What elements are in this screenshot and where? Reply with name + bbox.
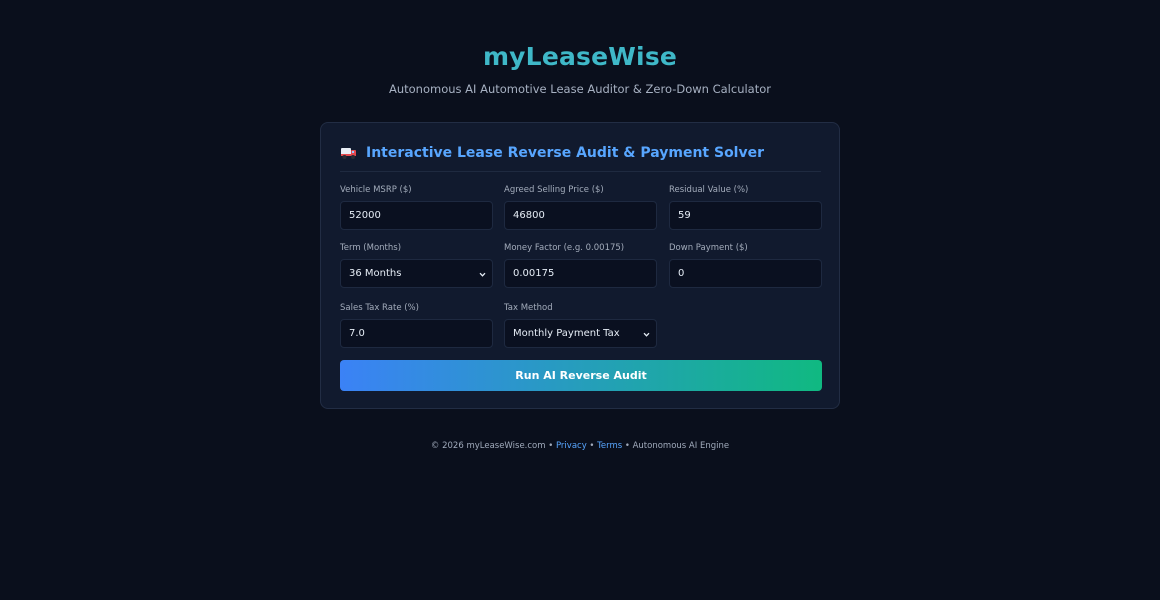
tax-method-value: Monthly Payment Tax — [513, 328, 620, 339]
footer-separator: • — [545, 441, 556, 451]
residual-field-group: Residual Value (%) 59 — [669, 185, 822, 230]
page: myLeaseWise Autonomous AI Automotive Lea… — [0, 0, 1160, 600]
msrp-label: Vehicle MSRP ($) — [340, 185, 412, 195]
chevron-down-icon — [643, 330, 650, 337]
selling-price-label: Agreed Selling Price ($) — [504, 185, 604, 195]
selling-price-field-group: Agreed Selling Price ($) 46800 — [504, 185, 657, 230]
card-title: Interactive Lease Reverse Audit & Paymen… — [340, 145, 820, 161]
term-value: 36 Months — [349, 268, 402, 279]
sales-tax-label: Sales Tax Rate (%) — [340, 303, 419, 313]
money-factor-input[interactable]: 0.00175 — [504, 259, 657, 288]
lease-audit-card: Interactive Lease Reverse Audit & Paymen… — [320, 122, 840, 409]
term-select[interactable]: 36 Months — [340, 259, 493, 288]
selling-price-value: 46800 — [513, 210, 545, 221]
chevron-down-icon — [479, 270, 486, 277]
footer-copyright: © 2026 myLeaseWise.com — [430, 441, 546, 451]
term-label: Term (Months) — [340, 243, 402, 253]
brand-title: myLeaseWise — [482, 42, 678, 71]
term-field-group: Term (Months) 36 Months — [340, 243, 493, 288]
sales-tax-value: 7.0 — [349, 328, 365, 339]
money-factor-value: 0.00175 — [513, 268, 555, 279]
run-audit-button[interactable]: Run AI Reverse Audit — [340, 360, 822, 391]
residual-label: Residual Value (%) — [669, 185, 749, 195]
footer-separator: • — [586, 441, 598, 451]
footer: © 2026 myLeaseWise.com • Privacy • Terms… — [0, 441, 1160, 451]
terms-link[interactable]: Terms — [597, 441, 622, 451]
selling-price-input[interactable]: 46800 — [504, 201, 657, 230]
down-payment-field-group: Down Payment ($) 0 — [669, 243, 822, 288]
tax-method-field-group: Tax Method Monthly Payment Tax — [504, 303, 657, 348]
tax-method-label: Tax Method — [504, 303, 553, 313]
tagline: Autonomous AI Automotive Lease Auditor &… — [388, 82, 771, 96]
down-payment-label: Down Payment ($) — [669, 243, 748, 253]
sales-tax-input[interactable]: 7.0 — [340, 319, 493, 348]
tax-method-select[interactable]: Monthly Payment Tax — [504, 319, 657, 348]
residual-input[interactable]: 59 — [669, 201, 822, 230]
privacy-link[interactable]: Privacy — [556, 441, 587, 451]
divider — [340, 171, 821, 172]
sales-tax-field-group: Sales Tax Rate (%) 7.0 — [340, 303, 493, 348]
down-payment-input[interactable]: 0 — [669, 259, 822, 288]
money-factor-label: Money Factor (e.g. 0.00175) — [504, 243, 625, 253]
msrp-value: 52000 — [349, 210, 381, 221]
down-payment-value: 0 — [678, 268, 685, 279]
footer-engine-text: Autonomous AI Engine — [632, 441, 730, 451]
money-factor-field-group: Money Factor (e.g. 0.00175) 0.00175 — [504, 243, 657, 288]
msrp-input[interactable]: 52000 — [340, 201, 493, 230]
msrp-field-group: Vehicle MSRP ($) 52000 — [340, 185, 493, 230]
residual-value: 59 — [678, 210, 691, 221]
footer-separator: • — [622, 441, 633, 451]
truck-icon — [340, 146, 358, 160]
card-title-text: Interactive Lease Reverse Audit & Paymen… — [366, 145, 765, 161]
